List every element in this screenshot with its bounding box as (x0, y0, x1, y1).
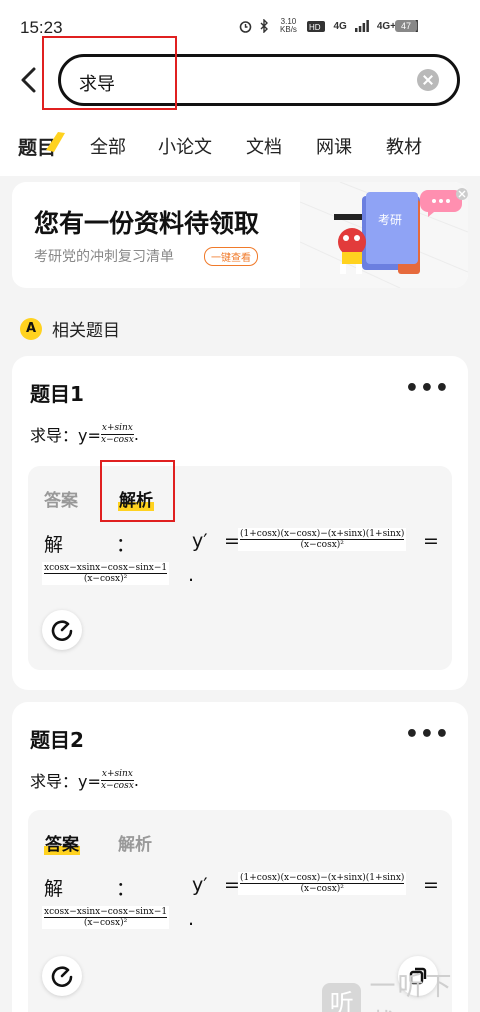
bluetooth-icon (260, 19, 269, 33)
more-options-icon[interactable]: ••• (405, 376, 450, 401)
refresh-icon (51, 966, 73, 987)
banner-view-button[interactable]: 一键查看 (204, 247, 258, 266)
refresh-button[interactable] (42, 610, 82, 650)
solution-y: y′ (192, 874, 208, 896)
watermark-text: 一听下载 (369, 972, 454, 1012)
solution-equals-2: = (423, 874, 439, 896)
category-tabs: 题目 全部 小论文 文档 网课 教材 (0, 114, 480, 176)
signal-icon (354, 20, 369, 32)
hd-icon: HD (307, 20, 326, 32)
tab-textbooks[interactable]: 教材 (386, 133, 422, 159)
solution-formula-1: (1+cosx)(x−cosx)−(x+sinx)(1+sinx) (x−cos… (238, 528, 407, 551)
tab-docs[interactable]: 文档 (246, 133, 282, 159)
highlight-analysis-tab (100, 460, 175, 522)
question-title: 题目1 (30, 382, 84, 406)
tab-answer[interactable]: 答案 (44, 486, 78, 511)
tab-essay[interactable]: 小论文 (158, 133, 212, 159)
refresh-icon (51, 620, 73, 641)
banner-title: 您有一份资料待领取 (34, 209, 260, 238)
solution-colon: ： (116, 878, 136, 900)
solution-formula-1: (1+cosx)(x−cosx)−(x+sinx)(1+sinx) (x−cos… (238, 872, 407, 895)
network-type-2: 4G+ (376, 20, 396, 32)
status-time: 15:23 (20, 18, 63, 37)
back-arrow-icon[interactable] (18, 66, 40, 94)
question-title: 题目2 (30, 728, 84, 752)
refresh-button[interactable] (42, 956, 82, 996)
section-label: 相关题目 (52, 321, 120, 341)
promo-banner[interactable]: 您有一份资料待领取 考研党的冲刺复习清单 一键查看 考研 (12, 182, 468, 288)
alarm-icon (240, 20, 252, 33)
question-text: 求导：y= x+sinx x−cosx . (30, 768, 139, 792)
question-text: 求导：y= x+sinx x−cosx . (30, 422, 139, 446)
answer-panel: 答案 解析 解 ： y′ = (1+cosx)(x−cosx)−(x+sinx)… (28, 466, 452, 670)
watermark-logo-icon: 听 (322, 983, 362, 1012)
question-card[interactable]: 题目1 ••• 求导：y= x+sinx x−cosx . 答案 解析 解 ： … (12, 356, 468, 690)
banner-book-label: 考研 (378, 213, 402, 227)
related-questions-header: A 相关题目 (20, 316, 120, 341)
question-fraction: x+sinx x−cosx (100, 422, 134, 445)
question-fraction: x+sinx x−cosx (100, 768, 134, 791)
tab-answer[interactable]: 答案 (44, 830, 80, 855)
solution-dot: . (188, 564, 195, 586)
banner-illustration-icon: 考研 (300, 182, 468, 288)
banner-subtitle: 考研党的冲刺复习清单 (34, 249, 174, 265)
more-options-icon[interactable]: ••• (405, 722, 450, 747)
solution-dot: . (188, 908, 195, 930)
solution-word: 解 (44, 878, 64, 900)
solution-formula-2: xcosx−xsinx−cosx−sinx−1 (x−cosx)² (42, 906, 170, 929)
solution-formula-2: xcosx−xsinx−cosx−sinx−1 (x−cosx)² (42, 562, 170, 585)
network-speed: 3.10 KB/s (280, 17, 297, 34)
solution-y: y′ (192, 530, 208, 552)
solution-word: 解 (44, 534, 64, 556)
status-icons: 3.10 KB/s HD 4G 4G+ (239, 18, 418, 34)
clear-icon[interactable] (417, 69, 439, 91)
battery-icon: 47 (395, 20, 417, 32)
solution-colon: ： (116, 534, 136, 556)
tab-all[interactable]: 全部 (90, 133, 126, 159)
tab-courses[interactable]: 网课 (316, 133, 352, 159)
section-badge-icon: A (20, 317, 42, 340)
tab-active-mark-icon (46, 132, 65, 152)
tab-analysis[interactable]: 解析 (118, 830, 152, 855)
highlight-search (42, 36, 177, 110)
svg-text:HD: HD (309, 23, 321, 32)
watermark: 听 一听下载 (322, 966, 480, 1012)
solution-equals-2: = (423, 530, 439, 552)
network-type-1: 4G (333, 20, 347, 32)
